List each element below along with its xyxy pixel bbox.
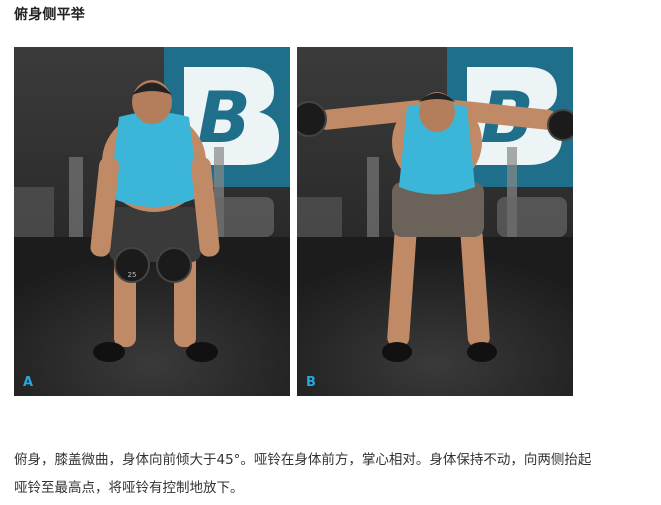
dumbbell-right <box>547 109 573 141</box>
exercise-photo-a: B 25 A <box>14 47 290 396</box>
description-line: 哑铃至最高点，将哑铃有控制地放下。 <box>14 480 244 496</box>
svg-text:25: 25 <box>128 271 137 279</box>
photo-label-b: B <box>306 375 316 390</box>
svg-text:B: B <box>197 77 250 159</box>
dumbbell-right <box>156 247 192 283</box>
page-title: 俯身侧平举 <box>14 7 85 23</box>
dumbbell-left <box>297 101 327 137</box>
exercise-description: 俯身，膝盖微曲，身体向前倾大于45°。哑铃在身体前方，掌心相对。身体保持不动，向… <box>14 446 654 502</box>
dumbbell-left: 25 <box>114 247 150 283</box>
description-line: 俯身，膝盖微曲，身体向前倾大于45°。哑铃在身体前方，掌心相对。身体保持不动，向… <box>14 452 592 468</box>
photo-label-a: A <box>23 375 34 390</box>
exercise-photo-b: B <box>297 47 573 396</box>
